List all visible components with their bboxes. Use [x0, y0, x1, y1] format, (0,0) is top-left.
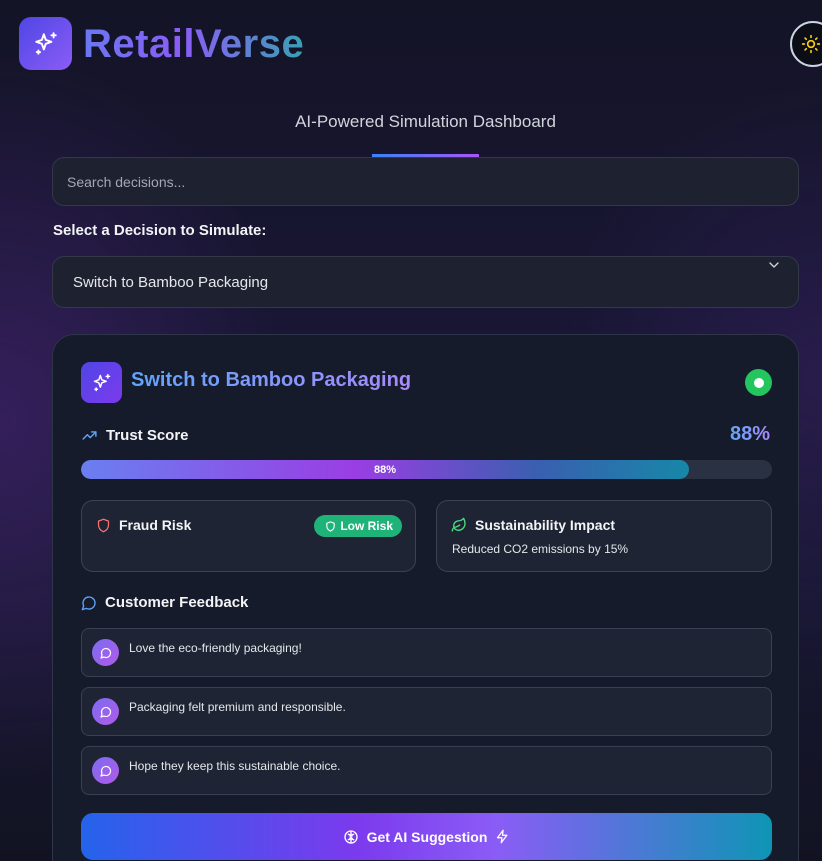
sparkles-icon [34, 31, 57, 55]
feedback-text: Hope they keep this sustainable choice. [129, 759, 341, 773]
decision-select-label: Select a Decision to Simulate: [53, 222, 267, 239]
risk-badge: Low Risk [314, 515, 402, 537]
search-input[interactable] [52, 157, 799, 206]
fraud-risk-panel: Fraud Risk Low Risk [81, 500, 416, 572]
feedback-item: Hope they keep this sustainable choice. [81, 746, 772, 795]
feedback-text: Packaging felt premium and responsible. [129, 700, 346, 714]
card-icon [81, 362, 122, 403]
status-indicator [745, 369, 772, 396]
sun-icon [801, 34, 821, 54]
fraud-risk-label: Fraud Risk [119, 517, 192, 533]
simulation-card: Switch to Bamboo Packaging Trust Score 8… [52, 334, 799, 861]
shield-icon [326, 520, 336, 532]
ai-button-label: Get AI Suggestion [366, 828, 488, 845]
sustainability-panel: Sustainability Impact Reduced CO2 emissi… [436, 500, 772, 572]
trust-score-bar: 88% [81, 460, 772, 479]
trust-score-value: 88% [729, 423, 770, 445]
customer-feedback-label: Customer Feedback [105, 594, 249, 611]
message-circle-icon [81, 595, 96, 610]
sparkles-icon [93, 373, 110, 391]
trust-score-label: Trust Score [106, 427, 189, 444]
sustainability-label: Sustainability Impact [475, 517, 616, 533]
trust-score-heading: Trust Score [81, 427, 189, 444]
sustainability-description: Reduced CO2 emissions by 15% [452, 542, 629, 556]
card-title: Switch to Bamboo Packaging [131, 369, 412, 391]
trust-score-bar-label: 88% [374, 463, 397, 476]
message-circle-icon [99, 647, 111, 659]
avatar [92, 639, 119, 666]
feedback-item: Packaging felt premium and responsible. [81, 687, 772, 736]
logo [19, 17, 72, 70]
decision-select-value: Switch to Bamboo Packaging [73, 274, 269, 291]
feedback-text: Love the eco-friendly packaging! [129, 641, 302, 655]
get-ai-suggestion-button[interactable]: Get AI Suggestion [81, 813, 772, 860]
brain-icon [343, 829, 358, 844]
chevron-down-icon [769, 262, 779, 268]
message-circle-icon [99, 706, 111, 718]
zap-icon [497, 829, 508, 844]
trending-up-icon [82, 431, 97, 440]
avatar [92, 757, 119, 784]
shield-icon [97, 518, 110, 532]
leaf-icon [451, 517, 466, 532]
risk-badge-label: Low Risk [340, 519, 393, 533]
message-circle-icon [99, 765, 111, 777]
trust-score-fill: 88% [81, 460, 690, 479]
feedback-item: Love the eco-friendly packaging! [81, 628, 772, 677]
avatar [92, 698, 119, 725]
customer-feedback-heading: Customer Feedback [81, 594, 248, 611]
decision-select[interactable]: Switch to Bamboo Packaging [52, 256, 799, 308]
brand-title: RetailVerse [83, 22, 305, 66]
page-subtitle: AI-Powered Simulation Dashboard [295, 112, 556, 131]
theme-toggle-button[interactable] [790, 21, 822, 67]
